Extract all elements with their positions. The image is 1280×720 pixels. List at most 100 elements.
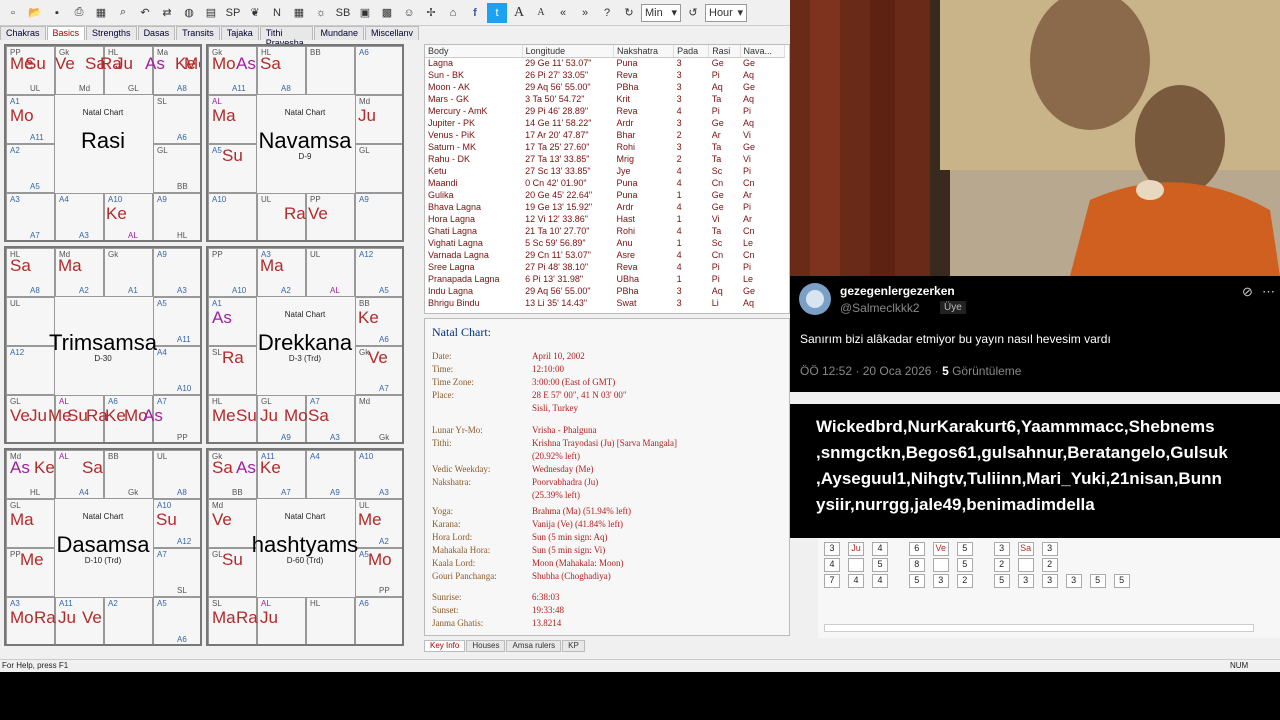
undo-icon[interactable]: ↶ xyxy=(135,3,155,23)
table-row[interactable]: Hora Lagna 12 Vi 12' 33.86" Hast 1 Vi Ar xyxy=(425,213,785,225)
table-cell: Pi xyxy=(743,106,752,116)
table-row[interactable]: Lagna 29 Ge 11' 53.07" Puna 3 Ge Ge xyxy=(425,57,785,69)
new-icon[interactable]: ▫ xyxy=(3,3,23,23)
grok-icon[interactable]: ⊘ xyxy=(1242,284,1253,300)
chart-0[interactable]: Natal ChartRasiMeSuVeSaRaJuAsKeMeMoKePPG… xyxy=(4,44,202,242)
grid-cell: 5 xyxy=(956,558,973,572)
house-marker: A6 xyxy=(359,48,369,57)
help-icon[interactable]: ? xyxy=(597,3,617,23)
table-row[interactable]: Indu Lagna 29 Aq 56' 55.00" PBha 3 Aq Ge xyxy=(425,285,785,297)
info-row: Sisli, Turkey xyxy=(432,403,782,415)
palette-icon[interactable]: ▦ xyxy=(91,3,111,23)
house-marker: GL xyxy=(157,146,168,155)
tab-dasas[interactable]: Dasas xyxy=(137,26,176,40)
rewind-icon[interactable]: « xyxy=(553,3,573,23)
table-row[interactable]: Saturn - MK 17 Ta 25' 27.60" Rohi 3 Ta Ge xyxy=(425,141,785,153)
grid-icon[interactable]: ▤ xyxy=(201,3,221,23)
table-row[interactable]: Gulika 20 Ge 45' 22.64" Puna 1 Ge Ar xyxy=(425,189,785,201)
open-icon[interactable]: 📂 xyxy=(25,3,45,23)
table-row[interactable]: Jupiter - PK 14 Ge 11' 58.22" Ardr 3 Ge Aq xyxy=(425,117,785,129)
tab-miscellanv[interactable]: Miscellanv xyxy=(364,26,419,40)
pinwheel-icon[interactable]: ✢ xyxy=(421,3,441,23)
table-cell: Bhava Lagna xyxy=(428,202,482,212)
facebook-icon[interactable]: f xyxy=(465,3,485,23)
charts-area: Natal ChartRasiMeSuVeSaRaJuAsKeMeMoKePPG… xyxy=(4,44,406,648)
table-row[interactable]: Vighati Lagna 5 Sc 59' 56.89" Anu 1 Sc Le xyxy=(425,237,785,249)
bottom-tab-key-info[interactable]: Key Info xyxy=(424,640,466,652)
chart-3[interactable]: Natal Chart Drekkana D-3 (Trd) Ma As Ke Ra Ve Me… xyxy=(206,246,404,444)
table-row[interactable]: Venus - PiK 17 Ar 20' 47.87" Bhar 2 Ar Vi xyxy=(425,129,785,141)
table-row[interactable]: Moon - AK 29 Aq 56' 55.00" PBha 3 Aq Ge xyxy=(425,81,785,93)
table-row[interactable]: Sun - BK 26 Pi 27' 33.05" Reva 3 Pi Aq xyxy=(425,69,785,81)
tab-tajaka[interactable]: Tajaka xyxy=(220,26,259,40)
sun-icon[interactable]: ☼ xyxy=(311,3,331,23)
sb-icon[interactable]: SB xyxy=(333,3,353,23)
column-header[interactable]: Pada xyxy=(673,45,710,58)
table-row[interactable]: Sree Lagna 27 Pi 48' 38.10" Reva 4 Pi Pi xyxy=(425,261,785,273)
table-row[interactable]: Bhrigu Bindu 13 Li 35' 14.43" Swat 3 Li Aq xyxy=(425,297,785,309)
table-row[interactable]: Bhava Lagna 19 Ge 13' 15.92" Ardr 4 Ge Pi xyxy=(425,201,785,213)
planet-label: Me xyxy=(212,406,236,425)
horizontal-scrollbar[interactable] xyxy=(824,624,1254,632)
tab-chakras[interactable]: Chakras xyxy=(0,26,46,40)
tab-tithi-pravesha[interactable]: Tithi Pravesha xyxy=(259,26,314,48)
house-marker: A10 xyxy=(359,452,374,461)
cycle2-icon[interactable]: ↺ xyxy=(683,3,703,23)
info-key: Date: xyxy=(432,351,452,361)
tab-strengths[interactable]: Strengths xyxy=(86,26,137,40)
planet-label: Ve xyxy=(55,54,75,73)
info-value: 19:33:48 xyxy=(532,605,565,615)
compare-icon[interactable]: ⇄ xyxy=(157,3,177,23)
column-header[interactable]: Nakshatra xyxy=(613,45,675,58)
table-row[interactable]: Mercury - AmK 29 Pi 46' 28.89" Reva 4 Pi Pi xyxy=(425,105,785,117)
cycle-icon[interactable]: ↻ xyxy=(619,3,639,23)
table-row[interactable]: Rahu - DK 27 Ta 13' 33.85" Mrig 2 Ta Vi xyxy=(425,153,785,165)
font-small-icon[interactable]: A xyxy=(531,3,551,23)
tab-basics[interactable]: Basics xyxy=(46,26,86,40)
more-icon[interactable]: ⋯ xyxy=(1262,284,1275,300)
column-header[interactable]: Body xyxy=(425,45,523,58)
hour-select[interactable]: Hour ▾ xyxy=(705,3,747,22)
save-icon[interactable]: ▪ xyxy=(47,3,67,23)
search-icon[interactable]: ⌕ xyxy=(113,3,133,23)
house-marker: A4 xyxy=(157,348,167,357)
tab-transits[interactable]: Transits xyxy=(176,26,220,40)
house-icon[interactable]: ⌂ xyxy=(443,3,463,23)
planet-label: Ma xyxy=(212,608,236,627)
column-header[interactable]: Nava... xyxy=(740,45,785,58)
house-marker: A6 xyxy=(379,335,389,344)
table-row[interactable]: Ghati Lagna 21 Ta 10' 27.70" Rohi 4 Ta Cn xyxy=(425,225,785,237)
globe-icon[interactable]: ◍ xyxy=(179,3,199,23)
table-row[interactable]: Mars - GK 3 Ta 50' 54.72" Krit 3 Ta Aq xyxy=(425,93,785,105)
bottom-tab-kp[interactable]: KP xyxy=(562,640,585,652)
column-header[interactable]: Rasi xyxy=(708,45,741,58)
planet-label: Ra xyxy=(34,608,56,627)
chart-1[interactable]: Natal Chart Navamsa D-9 Mo As Sa Ma Ju Su Ra Ve Gk H… xyxy=(206,44,404,242)
chart-5[interactable]: Natal Chart hashtyams D-60 (Trd) Sa As Ke Ve Me… xyxy=(206,448,404,646)
twitter-icon[interactable]: t xyxy=(487,2,507,23)
people-icon[interactable]: ☺ xyxy=(399,3,419,23)
sp-kb-icon[interactable]: SP xyxy=(223,3,243,23)
table-row[interactable]: Varnada Lagna 29 Cn 11' 53.07" Asre 4 Cn Cn xyxy=(425,249,785,261)
min-select[interactable]: Min ▾ xyxy=(641,3,681,22)
tab-mundane[interactable]: Mundane xyxy=(314,26,364,40)
chart-4[interactable]: Natal Chart Dasamsa D-10 (Trd) As Ke Sa Ma Su Me… xyxy=(4,448,202,646)
font-large-icon[interactable]: A xyxy=(509,3,529,23)
bottom-tab-houses[interactable]: Houses xyxy=(466,640,506,652)
chart-2[interactable]: Trimsamsa D-30 Sa Ma Ve Ju Me Su Ra Ke Mo As HL Md Gk A… xyxy=(4,246,202,444)
table-row[interactable]: Maandi 0 Cn 42' 01.90" Puna 4 Cn Cn xyxy=(425,177,785,189)
table-row[interactable]: Ketu 27 Sc 13' 33.85" Jye 4 Sc Pi xyxy=(425,165,785,177)
grid-cell: 3 xyxy=(1041,574,1058,588)
house-marker: A9 xyxy=(330,488,340,497)
column-header[interactable]: Longitude xyxy=(522,45,614,58)
table-icon[interactable]: ▦ xyxy=(289,3,309,23)
bottom-tab-amsa-rulers[interactable]: Amsa rulers xyxy=(506,640,562,652)
table-row[interactable]: Pranapada Lagna 6 Pi 13' 31.98" UBha 1 Pi Le xyxy=(425,273,785,285)
n-icon[interactable]: N xyxy=(267,3,287,23)
forward-icon[interactable]: » xyxy=(575,3,595,23)
frame-icon[interactable]: ▣ xyxy=(355,3,375,23)
pattern-icon[interactable]: ▩ xyxy=(377,3,397,23)
house-marker: A5 xyxy=(359,550,369,559)
leaf-icon[interactable]: ❦ xyxy=(245,3,265,23)
print-icon[interactable]: ⎙ xyxy=(69,3,89,23)
